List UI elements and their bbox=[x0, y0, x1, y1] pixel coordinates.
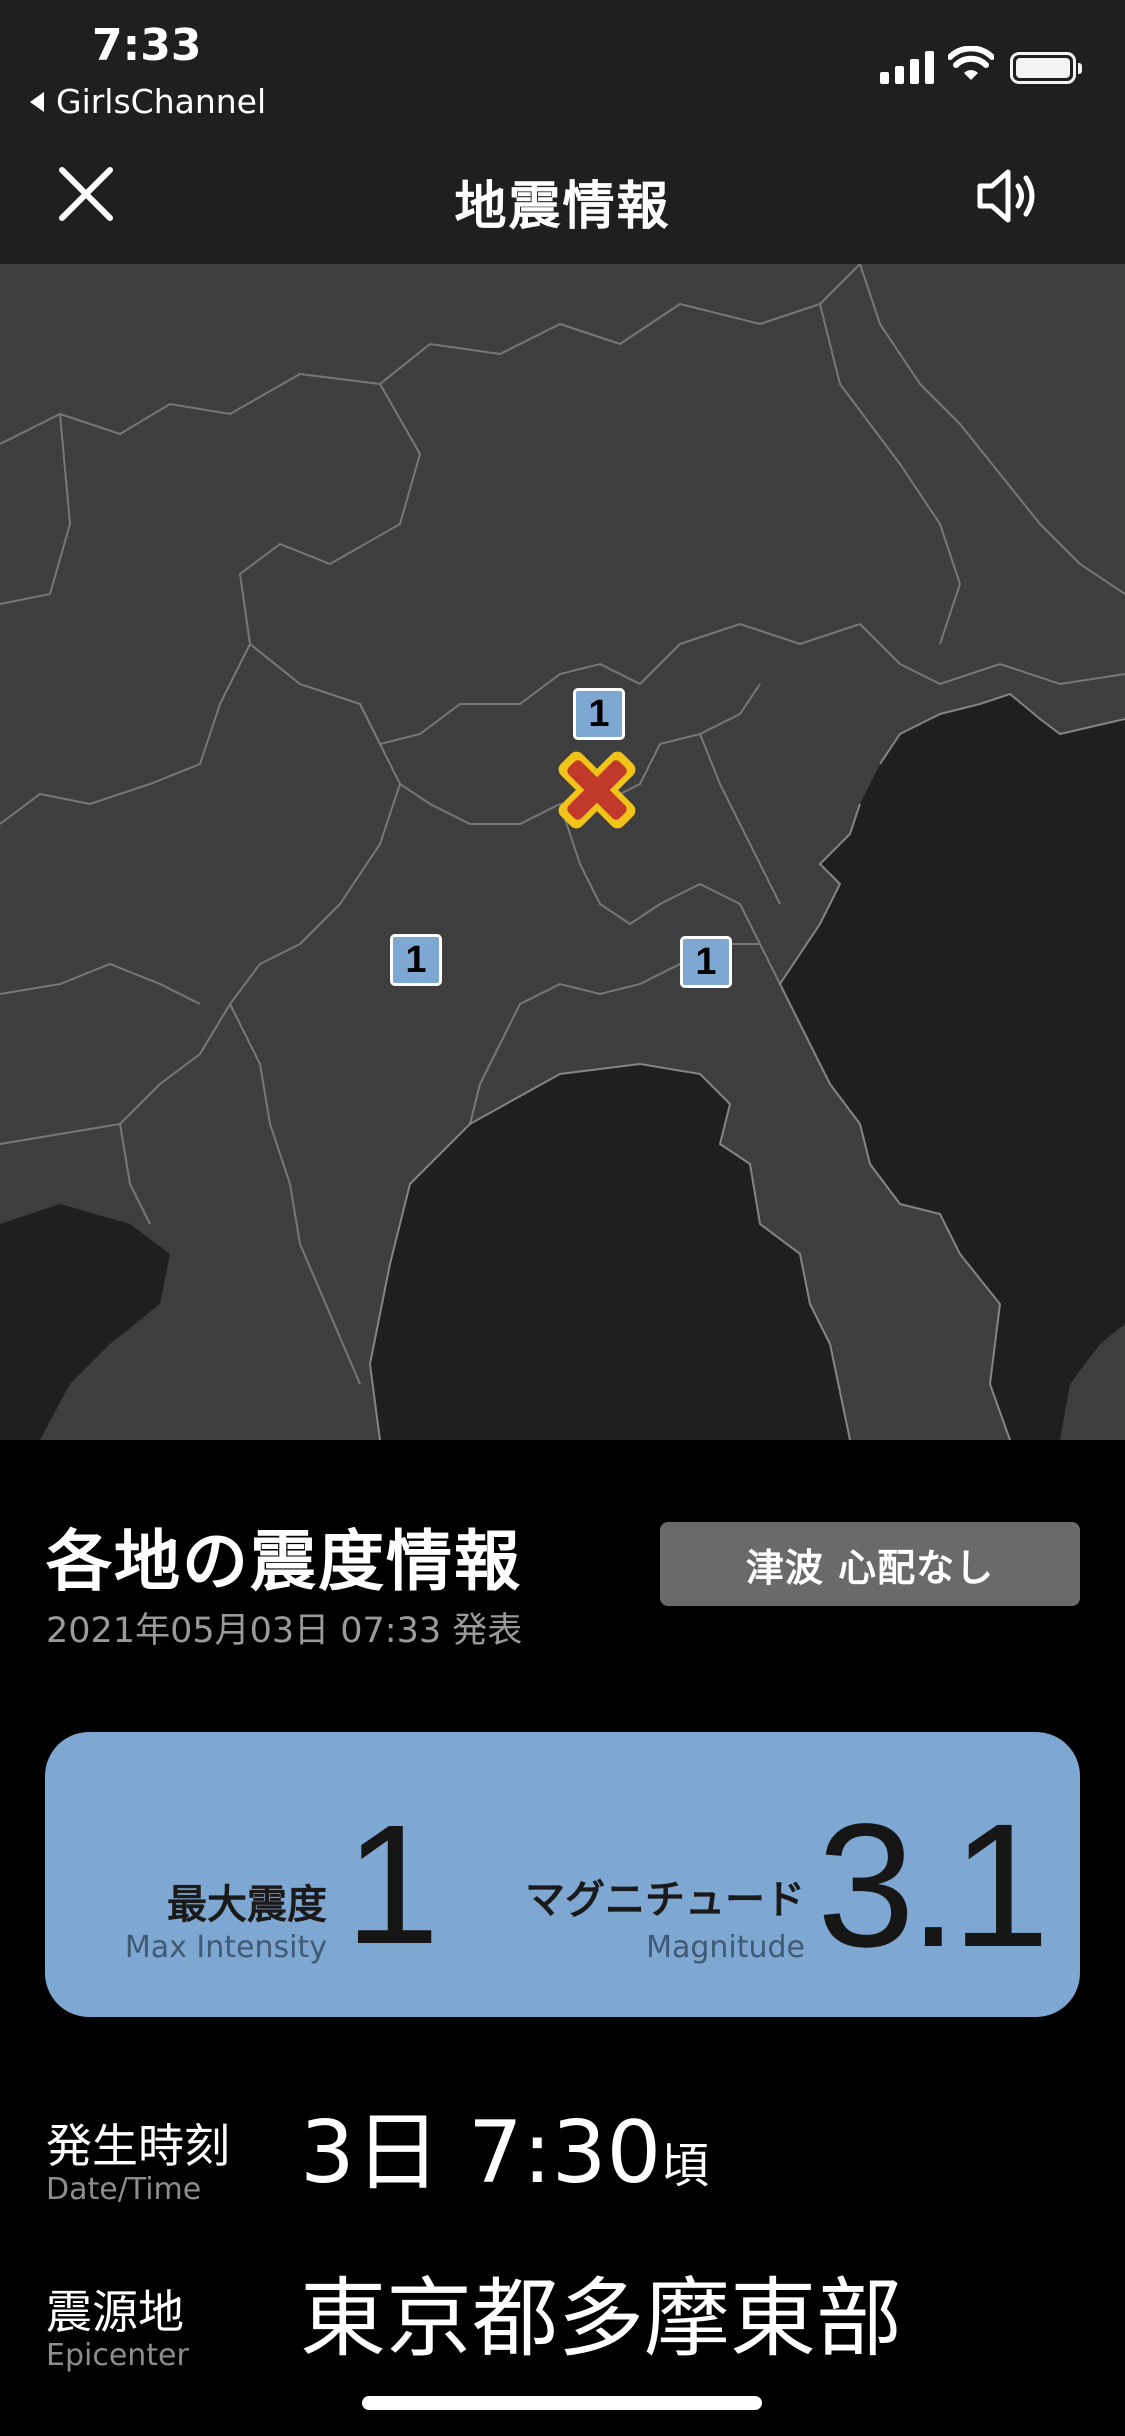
tsunami-badge: 津波 心配なし bbox=[660, 1522, 1080, 1606]
back-app-label: GirlsChannel bbox=[56, 82, 267, 121]
cellular-signal-icon bbox=[880, 50, 934, 84]
magnitude-label: マグニチュード bbox=[525, 1877, 805, 1923]
datetime-value-text: 3日 7:30 bbox=[300, 2103, 662, 2203]
page-title: 地震情報 bbox=[454, 177, 671, 237]
map-graphic bbox=[0, 264, 1125, 1440]
datetime-label: 発生時刻 bbox=[46, 2119, 230, 2173]
announcement-time: 2021年05月03日 07:33 発表 bbox=[46, 1611, 523, 1651]
status-bar: 7:33 GirlsChannel bbox=[0, 0, 1125, 132]
epicenter-label-en: Epicenter bbox=[46, 2338, 189, 2373]
intensity-marker[interactable]: 1 bbox=[390, 934, 442, 986]
section-title: 各地の震度情報 bbox=[46, 1523, 522, 1600]
tokyo-bay bbox=[780, 694, 1125, 1440]
epicenter-value: 東京都多摩東部 bbox=[300, 2269, 902, 2369]
datetime-value: 3日 7:30頃 bbox=[300, 2082, 709, 2207]
back-to-app-link[interactable]: GirlsChannel bbox=[30, 82, 266, 121]
datetime-suffix: 頃 bbox=[661, 2138, 710, 2194]
suruga-bay bbox=[0, 1204, 170, 1440]
max-intensity-value: 1 bbox=[345, 1790, 440, 1980]
datetime-label-en: Date/Time bbox=[46, 2172, 202, 2207]
home-indicator[interactable] bbox=[362, 2396, 762, 2410]
earthquake-map[interactable]: 1 1 1 bbox=[0, 264, 1125, 1440]
status-time: 7:33 bbox=[92, 20, 202, 71]
intensity-magnitude-card: 最大震度 Max Intensity 1 マグニチュード Magnitude 3… bbox=[45, 1732, 1080, 2017]
wifi-icon bbox=[948, 46, 994, 80]
magnitude-label-en: Magnitude bbox=[646, 1930, 805, 1965]
intensity-marker[interactable]: 1 bbox=[680, 936, 732, 988]
intensity-marker[interactable]: 1 bbox=[573, 688, 625, 740]
max-intensity-label-en: Max Intensity bbox=[124, 1930, 327, 1965]
battery-icon bbox=[1010, 52, 1082, 84]
epicenter-cross-icon[interactable] bbox=[535, 728, 659, 852]
back-triangle-icon bbox=[30, 91, 44, 112]
speaker-icon[interactable] bbox=[970, 158, 1046, 234]
sagami-bay bbox=[370, 1064, 850, 1440]
magnitude-value: 3.1 bbox=[817, 1788, 1050, 1984]
max-intensity-label: 最大震度 bbox=[167, 1882, 327, 1928]
info-panel: 各地の震度情報 2021年05月03日 07:33 発表 津波 心配なし 最大震… bbox=[0, 1440, 1125, 2436]
epicenter-label: 震源地 bbox=[46, 2285, 184, 2339]
navigation-bar: 地震情報 bbox=[0, 132, 1125, 264]
